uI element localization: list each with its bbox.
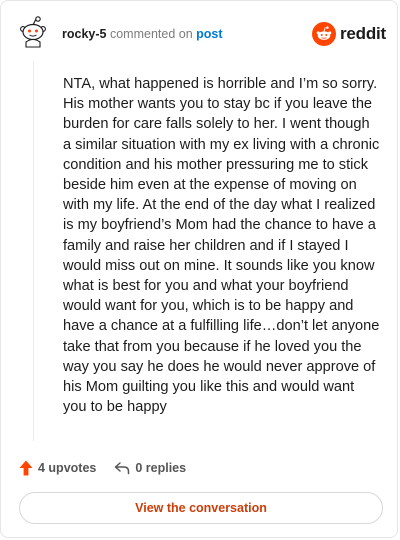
upvote-button[interactable]: 4 upvotes (19, 460, 96, 476)
reply-arrow-icon (115, 462, 130, 475)
reply-button[interactable]: 0 replies (114, 461, 186, 475)
thread-line (33, 61, 34, 441)
comment-header: rocky-5 commented on post reddit (1, 1, 397, 61)
post-link[interactable]: post (196, 27, 222, 41)
comment-actions: 4 upvotes 0 replies (19, 459, 186, 477)
reddit-logo-icon (312, 22, 336, 46)
view-conversation-button[interactable]: View the conversation (19, 492, 383, 524)
snoo-avatar-icon[interactable] (18, 16, 48, 48)
reddit-brand[interactable]: reddit (312, 21, 386, 47)
comment-card: rocky-5 commented on post reddit NTA, wh… (0, 0, 398, 538)
upvotes-count: 4 upvotes (38, 461, 97, 475)
username-link[interactable]: rocky-5 (62, 27, 106, 41)
brand-wordmark: reddit (340, 24, 387, 43)
replies-count: 0 replies (135, 461, 187, 475)
comment-body: NTA, what happened is horrible and I’m s… (63, 76, 380, 416)
action-text: commented on (109, 27, 193, 41)
upvote-arrow-icon (19, 460, 33, 476)
comment-meta: rocky-5 commented on post (62, 26, 223, 42)
